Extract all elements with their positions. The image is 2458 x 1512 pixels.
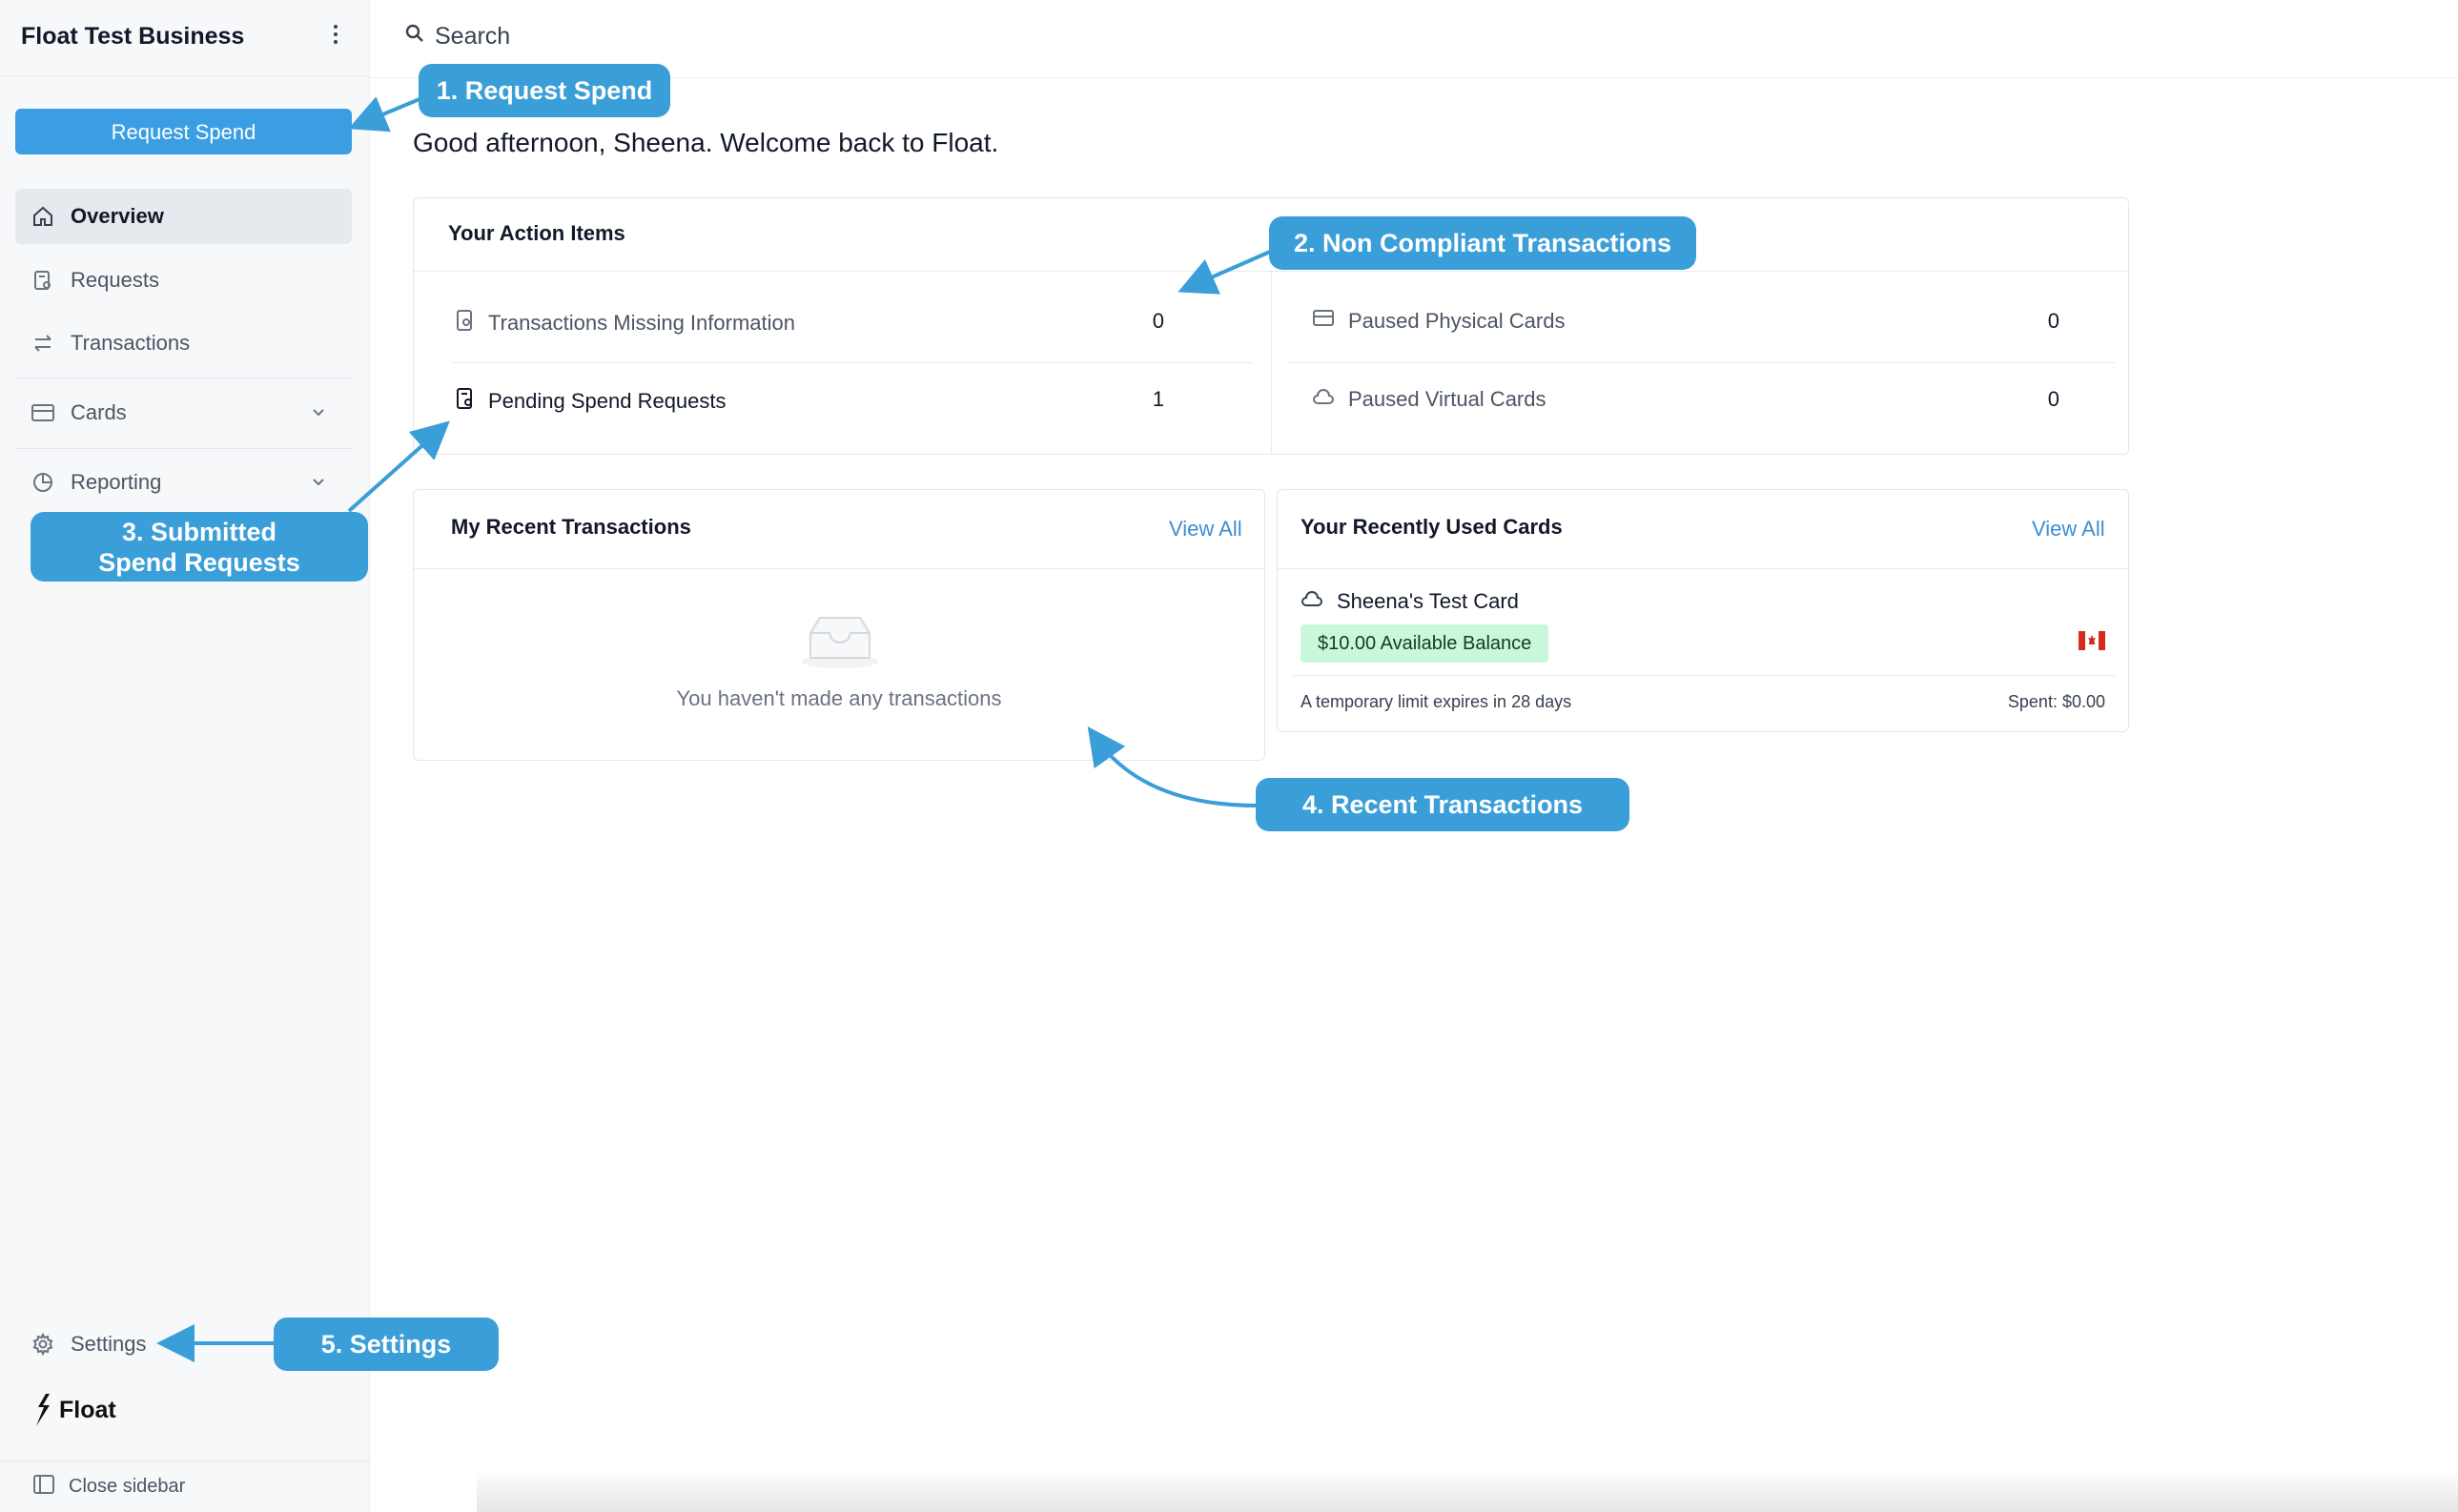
annotation-settings: 5. Settings: [274, 1318, 499, 1371]
available-balance-badge: $10.00 Available Balance: [1301, 624, 1549, 663]
pie-chart-icon: [31, 470, 55, 495]
recent-transactions-panel: My Recent Transactions View All You have…: [413, 489, 1265, 761]
nav-label-overview: Overview: [71, 204, 164, 228]
recent-transactions-title: My Recent Transactions: [451, 515, 691, 539]
top-bar: Search: [370, 0, 2458, 78]
request-document-icon: [456, 387, 475, 416]
action-row-count: 0: [2047, 309, 2059, 333]
recently-used-cards-panel: Your Recently Used Cards View All Sheena…: [1277, 489, 2129, 732]
cloud-icon: [1312, 387, 1335, 412]
action-row-missing-info[interactable]: Transactions Missing Information: [456, 309, 795, 337]
nav-label-reporting: Reporting: [71, 470, 162, 494]
recent-cards-title: Your Recently Used Cards: [1301, 515, 1563, 539]
nav-label-settings: Settings: [71, 1332, 147, 1356]
gear-icon: [31, 1332, 55, 1357]
action-row-label: Paused Virtual Cards: [1348, 387, 1546, 411]
spent-amount: Spent: $0.00: [2007, 692, 2105, 711]
annotation-line: Spend Requests: [98, 547, 300, 577]
chevron-down-icon[interactable]: [310, 472, 327, 497]
view-all-transactions-link[interactable]: View All: [1169, 517, 1242, 541]
canada-flag-icon: [2079, 631, 2105, 650]
action-row-label: Paused Physical Cards: [1348, 309, 1566, 333]
action-row-count: 0: [1152, 309, 1164, 333]
sidebar-collapse-icon: [32, 1474, 55, 1501]
action-items-title: Your Action Items: [448, 221, 625, 245]
action-row-paused-virtual[interactable]: Paused Virtual Cards: [1312, 387, 1546, 412]
divider: [1271, 272, 1272, 455]
divider: [1278, 568, 2128, 569]
nav-item-reporting[interactable]: Reporting: [15, 455, 352, 510]
search-label: Search: [435, 23, 511, 50]
divider: [452, 362, 1253, 363]
divider: [414, 568, 1264, 569]
annotation-request-spend: 1. Request Spend: [419, 64, 670, 117]
divider: [1287, 362, 2115, 363]
annotation-recent-transactions: 4. Recent Transactions: [1256, 778, 1629, 831]
chevron-down-icon[interactable]: [310, 402, 327, 427]
search-bar[interactable]: Search: [404, 23, 510, 51]
action-row-pending-requests[interactable]: Pending Spend Requests: [456, 387, 727, 416]
float-logo: Float: [34, 1394, 116, 1426]
search-icon: [404, 23, 425, 51]
view-all-cards-link[interactable]: View All: [2032, 517, 2105, 541]
empty-transactions-message: You haven't made any transactions: [676, 686, 1002, 710]
action-row-paused-physical[interactable]: Paused Physical Cards: [1312, 309, 1565, 334]
request-spend-button[interactable]: Request Spend: [15, 109, 352, 154]
annotation-non-compliant: 2. Non Compliant Transactions: [1269, 216, 1696, 270]
annotation-submitted-requests: 3. Submitted Spend Requests: [31, 512, 368, 582]
arrow-request-spend: [348, 96, 420, 133]
annotation-line: 3. Submitted: [121, 517, 277, 546]
nav-item-requests[interactable]: Requests: [15, 253, 352, 308]
cloud-icon: [1301, 589, 1323, 614]
float-logo-text: Float: [59, 1396, 116, 1423]
nav-label-cards: Cards: [71, 400, 127, 424]
close-sidebar-button[interactable]: Close sidebar: [0, 1461, 370, 1512]
card-icon: [1312, 309, 1335, 334]
greeting-text: Good afternoon, Sheena. Welcome back to …: [413, 128, 999, 157]
nav-item-cards[interactable]: Cards: [15, 385, 352, 440]
divider: [1293, 675, 2115, 676]
card-item[interactable]: Sheena's Test Card: [1301, 589, 1519, 614]
nav-item-transactions[interactable]: Transactions: [15, 316, 352, 371]
card-icon: [31, 400, 55, 425]
action-row-count: 1: [1152, 387, 1164, 411]
empty-inbox-icon: [799, 612, 881, 674]
receipt-search-icon: [456, 309, 475, 337]
request-document-icon: [31, 268, 55, 293]
action-row-label: Transactions Missing Information: [488, 311, 795, 335]
bottom-shadow: [477, 1468, 2458, 1512]
card-name: Sheena's Test Card: [1337, 589, 1519, 613]
temporary-limit-note: A temporary limit expires in 28 days: [1301, 692, 1572, 711]
action-row-count: 0: [2047, 387, 2059, 411]
business-header: Float Test Business: [0, 0, 370, 76]
close-sidebar-label: Close sidebar: [69, 1476, 186, 1497]
nav-item-overview[interactable]: Overview: [15, 189, 352, 244]
transfer-arrows-icon: [31, 331, 55, 356]
sidebar: Float Test Business Request Spend Overvi…: [0, 0, 370, 1512]
action-row-label: Pending Spend Requests: [488, 389, 727, 413]
nav-label-transactions: Transactions: [71, 331, 191, 355]
business-name[interactable]: Float Test Business: [21, 23, 244, 51]
nav-divider: [15, 448, 352, 449]
float-logo-icon: [36, 1394, 50, 1426]
more-options-icon[interactable]: [324, 21, 347, 51]
nav-label-requests: Requests: [71, 268, 159, 292]
home-icon: [31, 204, 55, 229]
